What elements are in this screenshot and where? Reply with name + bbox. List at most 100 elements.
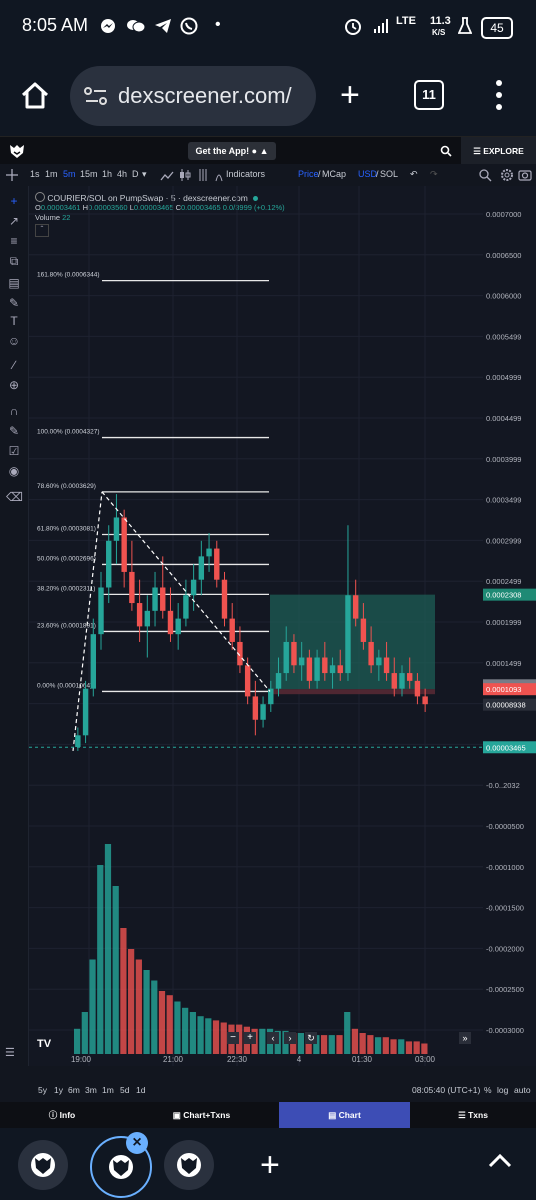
get-app-label: Get the App! [195, 146, 250, 156]
tab-chart-txns[interactable]: ▣ Chart+Txns [124, 1102, 279, 1128]
tab-info[interactable]: ⓘ Info [0, 1102, 124, 1128]
mcap-toggle[interactable]: MCap [322, 169, 346, 179]
log-toggle[interactable]: log [497, 1085, 508, 1095]
range-1y[interactable]: 1y [54, 1085, 63, 1095]
timeframe-5m[interactable]: 5m [63, 169, 76, 179]
dex-app-bubble-3[interactable] [164, 1140, 214, 1190]
explore-button[interactable]: ☰ EXPLORE [461, 137, 536, 165]
url-text[interactable]: dexscreener.com/ [118, 83, 314, 109]
candle-body [121, 517, 127, 572]
ruler-icon[interactable]: ∕ [6, 358, 22, 372]
add-symbol-icon[interactable] [6, 168, 18, 187]
range-1m[interactable]: 1m [102, 1085, 114, 1095]
timeframe-d[interactable]: D [132, 169, 139, 179]
address-bar[interactable]: dexscreener.com/ [70, 66, 316, 126]
volume-bar [81, 1012, 88, 1054]
time-axis-label: 19:00 [71, 1055, 92, 1064]
range-5y[interactable]: 5y [38, 1085, 47, 1095]
last-price-badge: 0.00003465 [486, 743, 526, 752]
usd-toggle[interactable]: USD [358, 169, 377, 179]
range-3m[interactable]: 3m [85, 1085, 97, 1095]
timeframe-1s[interactable]: 1s [30, 169, 40, 179]
range-5d[interactable]: 5d [120, 1085, 129, 1095]
candle-body [399, 673, 405, 689]
add-bubble-plus-icon[interactable]: + [260, 1146, 280, 1185]
line-chart-icon[interactable] [160, 169, 174, 187]
price-toggle[interactable]: Price [298, 169, 319, 179]
range-6m[interactable]: 6m [68, 1085, 80, 1095]
magnet-icon[interactable]: ∩ [6, 404, 22, 418]
sol-toggle[interactable]: SOL [380, 169, 398, 179]
clock-readout[interactable]: 08:05:40 (UTC+1) [412, 1085, 480, 1095]
price-axis[interactable]: 0.0007000 0.0006500 0.0006000 0.0005499 0.00… [483, 186, 536, 1066]
reset-chart-button[interactable]: ↻ [305, 1032, 317, 1044]
scroll-left-button[interactable]: ‹ [267, 1032, 279, 1044]
projection-icon[interactable]: ▤ [6, 276, 22, 290]
scroll-to-latest-button[interactable]: » [459, 1032, 471, 1044]
fib-tool-icon[interactable]: ≡ [6, 234, 22, 248]
new-tab-plus-icon[interactable]: + [340, 78, 360, 112]
price-axis-tick: -0.0003000 [486, 1026, 524, 1035]
candle-body [214, 548, 220, 580]
volume-bar [367, 1035, 374, 1054]
price-axis-tick: -0.0000500 [486, 822, 524, 831]
trash-icon[interactable]: ⌫ [6, 490, 23, 504]
undo-icon[interactable]: ↶ [410, 169, 418, 180]
chart-txns-icon: ▣ [172, 1110, 181, 1120]
battery-indicator: 45 [481, 17, 513, 39]
chevron-up-icon[interactable] [488, 1152, 512, 1173]
stop-loss-badge: 0.0001093 [486, 685, 521, 694]
candle-body [283, 641, 289, 674]
candles-icon[interactable] [178, 168, 192, 187]
timeframe-1h[interactable]: 1h [102, 169, 112, 179]
zoom-in-button[interactable]: + [244, 1032, 256, 1044]
layers-icon[interactable]: ☰ [5, 1046, 15, 1059]
price-chart[interactable]: COURIER/SOL on PumpSwap · 5 · dexscreene… [5, 186, 483, 1066]
indicators-icon[interactable] [214, 168, 224, 187]
auto-toggle[interactable]: auto [514, 1085, 531, 1095]
timeframe-dropdown-icon[interactable]: ▾ [142, 169, 147, 180]
dexscreener-logo-icon[interactable] [8, 142, 26, 165]
home-icon[interactable] [20, 80, 50, 115]
timeframe-4h[interactable]: 4h [117, 169, 127, 179]
redo-icon[interactable]: ↷ [430, 169, 438, 180]
telegram-icon [154, 18, 172, 39]
eye-icon[interactable]: ◉ [6, 464, 22, 478]
search-icon[interactable] [440, 144, 452, 162]
timeframe-15m[interactable]: 15m [80, 169, 98, 179]
percent-toggle[interactable]: % [484, 1085, 492, 1095]
candle-body [129, 571, 135, 604]
time-axis-label: 4 [297, 1055, 302, 1064]
trendline-icon[interactable]: ↗ [6, 214, 22, 228]
dex-app-bubble-1[interactable] [18, 1140, 68, 1190]
zoom-in-icon[interactable]: ⊕ [6, 378, 22, 392]
crosshair-icon[interactable]: + [6, 194, 22, 208]
lock-icon[interactable]: ☑ [6, 444, 22, 458]
pattern-icon[interactable]: ⧉ [6, 254, 22, 268]
candle-body [75, 735, 81, 747]
scroll-right-button[interactable]: › [284, 1032, 296, 1044]
brush-icon[interactable]: ✎ [6, 296, 22, 310]
compare-icon[interactable] [198, 168, 208, 187]
camera-icon[interactable] [518, 168, 532, 187]
overflow-menu-icon[interactable] [494, 78, 504, 117]
zoom-out-button[interactable]: − [227, 1032, 239, 1044]
tab-txns[interactable]: ☰ Txns [410, 1102, 536, 1128]
fib-level-label: 38.20% (0.0002311) [37, 585, 95, 592]
tab-chart[interactable]: ▤ Chart [279, 1102, 410, 1128]
candle-body [414, 680, 421, 697]
get-app-button[interactable]: Get the App! ● ▲ [188, 142, 276, 160]
emoji-icon[interactable]: ☺ [6, 334, 22, 348]
close-bubble-icon[interactable]: × [126, 1132, 148, 1154]
indicators-button[interactable]: Indicators [226, 169, 265, 179]
range-1d[interactable]: 1d [136, 1085, 145, 1095]
settings-gear-icon[interactable] [500, 168, 514, 187]
site-settings-icon[interactable] [84, 86, 108, 111]
tab-switcher-button[interactable]: 11 [414, 80, 444, 110]
volume-bar [405, 1041, 413, 1054]
text-tool-icon[interactable]: T [6, 314, 22, 328]
lock-drawing-icon[interactable]: ✎ [6, 424, 22, 438]
price-axis-tick: 0.0003499 [486, 496, 521, 505]
timeframe-1m[interactable]: 1m [45, 169, 58, 179]
zoom-search-icon[interactable] [478, 168, 492, 187]
